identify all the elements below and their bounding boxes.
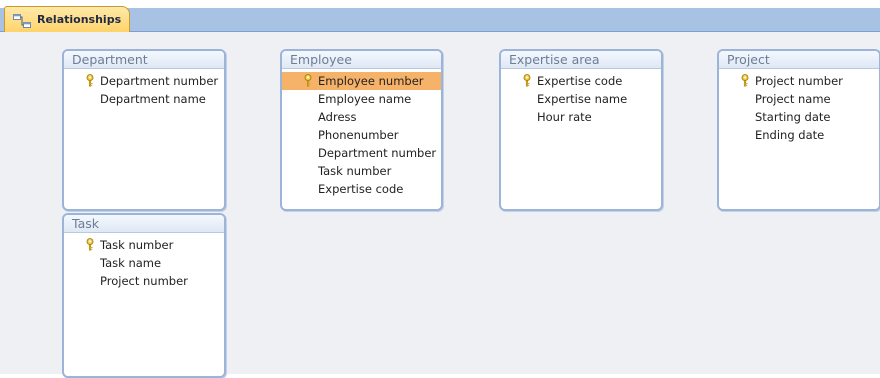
field-name: Phonenumber [318, 128, 399, 142]
field-name: Department name [100, 92, 206, 106]
primary-key-icon [522, 74, 532, 87]
field-name: Department number [318, 146, 437, 160]
field-list: Department number Department name [64, 69, 224, 108]
field-name: Employee number [318, 74, 424, 88]
tab-relationships[interactable]: Relationships [4, 6, 130, 32]
field-name: Project number [755, 74, 843, 88]
field-name: Starting date [755, 110, 831, 124]
field-row[interactable]: Expertise code [501, 72, 661, 90]
relationships-icon [13, 13, 31, 28]
field-name: Project number [100, 274, 188, 288]
field-row[interactable]: Project name [719, 90, 879, 108]
field-row[interactable]: Ending date [719, 126, 879, 144]
field-row[interactable]: Project number [719, 72, 879, 90]
field-row[interactable]: Department number [64, 72, 224, 90]
table-task[interactable]: Task Task number Task name Project number [62, 213, 226, 378]
relationships-canvas[interactable]: Department Department number Department n… [0, 32, 880, 378]
primary-key-icon [85, 74, 95, 87]
field-row[interactable]: Expertise name [501, 90, 661, 108]
table-project[interactable]: Project Project number Project name Starti… [717, 49, 880, 211]
field-name: Expertise name [537, 92, 628, 106]
primary-key-icon [85, 238, 95, 251]
document-tab-bar: Relationships [0, 0, 880, 32]
field-row[interactable]: Project number [64, 272, 224, 290]
table-title[interactable]: Task [64, 215, 224, 233]
field-name: Task name [100, 256, 162, 270]
field-row[interactable]: Phonenumber [282, 126, 441, 144]
field-name: Expertise code [318, 182, 404, 196]
field-row[interactable]: Employee number [282, 72, 441, 90]
table-expertise-area[interactable]: Expertise area Expertise code Expertise n… [499, 49, 663, 211]
field-row[interactable]: Expertise code [282, 180, 441, 198]
field-row[interactable]: Department name [64, 90, 224, 108]
primary-key-icon [303, 74, 313, 87]
field-name: Expertise code [537, 74, 623, 88]
field-row[interactable]: Employee name [282, 90, 441, 108]
field-name: Hour rate [537, 110, 592, 124]
field-row[interactable]: Task name [64, 254, 224, 272]
table-title[interactable]: Employee [282, 51, 441, 69]
primary-key-icon [740, 74, 750, 87]
field-name: Ending date [755, 128, 825, 142]
field-row[interactable]: Hour rate [501, 108, 661, 126]
field-list: Expertise code Expertise name Hour rate [501, 69, 661, 126]
field-row[interactable]: Department number [282, 144, 441, 162]
table-department[interactable]: Department Department number Department n… [62, 49, 226, 211]
field-row[interactable]: Adress [282, 108, 441, 126]
table-title[interactable]: Department [64, 51, 224, 69]
field-name: Department number [100, 74, 219, 88]
field-name: Task number [100, 238, 174, 252]
field-list: Employee number Employee name Adress Phonen… [282, 69, 441, 198]
field-list: Task number Task name Project number [64, 233, 224, 290]
field-name: Adress [318, 110, 357, 124]
field-row[interactable]: Starting date [719, 108, 879, 126]
field-name: Project name [755, 92, 831, 106]
tab-strip [0, 8, 880, 32]
table-title[interactable]: Project [719, 51, 879, 69]
field-list: Project number Project name Starting date E… [719, 69, 879, 144]
field-row[interactable]: Task number [64, 236, 224, 254]
field-row[interactable]: Task number [282, 162, 441, 180]
tab-label: Relationships [37, 13, 122, 26]
field-name: Task number [318, 164, 392, 178]
table-employee[interactable]: Employee Employee number Employee name Adr… [280, 49, 443, 211]
field-name: Employee name [318, 92, 412, 106]
table-title[interactable]: Expertise area [501, 51, 661, 69]
